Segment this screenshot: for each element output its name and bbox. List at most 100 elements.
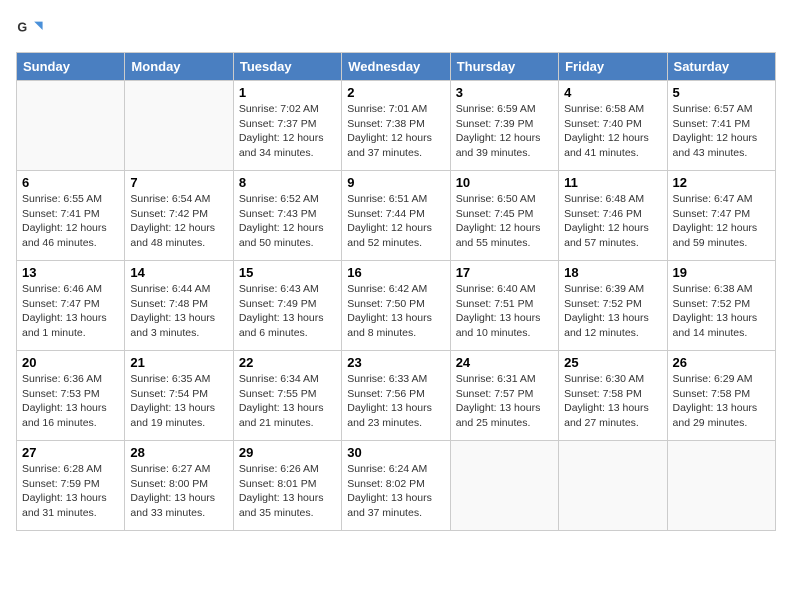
- header-tuesday: Tuesday: [233, 53, 341, 81]
- day-info: Sunrise: 7:01 AM Sunset: 7:38 PM Dayligh…: [347, 102, 444, 161]
- day-info: Sunrise: 6:44 AM Sunset: 7:48 PM Dayligh…: [130, 282, 227, 341]
- day-info: Sunrise: 6:27 AM Sunset: 8:00 PM Dayligh…: [130, 462, 227, 521]
- calendar-cell: 16 Sunrise: 6:42 AM Sunset: 7:50 PM Dayli…: [342, 261, 450, 351]
- calendar-cell: 8 Sunrise: 6:52 AM Sunset: 7:43 PM Daylig…: [233, 171, 341, 261]
- day-info: Sunrise: 6:35 AM Sunset: 7:54 PM Dayligh…: [130, 372, 227, 431]
- day-info: Sunrise: 6:42 AM Sunset: 7:50 PM Dayligh…: [347, 282, 444, 341]
- header-friday: Friday: [559, 53, 667, 81]
- day-number: 16: [347, 265, 444, 280]
- day-number: 11: [564, 175, 661, 190]
- calendar-cell: 1 Sunrise: 7:02 AM Sunset: 7:37 PM Daylig…: [233, 81, 341, 171]
- calendar-cell: 25 Sunrise: 6:30 AM Sunset: 7:58 PM Dayli…: [559, 351, 667, 441]
- logo-icon: G: [16, 16, 44, 44]
- calendar-cell: 7 Sunrise: 6:54 AM Sunset: 7:42 PM Daylig…: [125, 171, 233, 261]
- calendar-week-row: 20 Sunrise: 6:36 AM Sunset: 7:53 PM Dayli…: [17, 351, 776, 441]
- calendar-cell: [17, 81, 125, 171]
- svg-text:G: G: [17, 20, 27, 34]
- day-number: 4: [564, 85, 661, 100]
- calendar-week-row: 27 Sunrise: 6:28 AM Sunset: 7:59 PM Dayli…: [17, 441, 776, 531]
- calendar-cell: 29 Sunrise: 6:26 AM Sunset: 8:01 PM Dayli…: [233, 441, 341, 531]
- calendar-cell: 5 Sunrise: 6:57 AM Sunset: 7:41 PM Daylig…: [667, 81, 775, 171]
- calendar-cell: 9 Sunrise: 6:51 AM Sunset: 7:44 PM Daylig…: [342, 171, 450, 261]
- day-number: 17: [456, 265, 553, 280]
- day-info: Sunrise: 6:47 AM Sunset: 7:47 PM Dayligh…: [673, 192, 770, 251]
- calendar-cell: 18Sunrise: 6:39 AM Sunset: 7:52 PM Dayli…: [559, 261, 667, 351]
- calendar-week-row: 6 Sunrise: 6:55 AM Sunset: 7:41 PM Daylig…: [17, 171, 776, 261]
- day-info: Sunrise: 6:33 AM Sunset: 7:56 PM Dayligh…: [347, 372, 444, 431]
- day-info: Sunrise: 6:24 AM Sunset: 8:02 PM Dayligh…: [347, 462, 444, 521]
- day-info: Sunrise: 6:58 AM Sunset: 7:40 PM Dayligh…: [564, 102, 661, 161]
- calendar-cell: 28 Sunrise: 6:27 AM Sunset: 8:00 PM Dayli…: [125, 441, 233, 531]
- header-saturday: Saturday: [667, 53, 775, 81]
- calendar-cell: 13Sunrise: 6:46 AM Sunset: 7:47 PM Dayli…: [17, 261, 125, 351]
- day-number: 18: [564, 265, 661, 280]
- calendar-cell: 10 Sunrise: 6:50 AM Sunset: 7:45 PM Dayli…: [450, 171, 558, 261]
- calendar-cell: 14 Sunrise: 6:44 AM Sunset: 7:48 PM Dayli…: [125, 261, 233, 351]
- logo: G: [16, 16, 48, 44]
- day-number: 30: [347, 445, 444, 460]
- day-number: 5: [673, 85, 770, 100]
- day-info: Sunrise: 6:55 AM Sunset: 7:41 PM Dayligh…: [22, 192, 119, 251]
- calendar-cell: 4 Sunrise: 6:58 AM Sunset: 7:40 PM Daylig…: [559, 81, 667, 171]
- day-info: Sunrise: 6:38 AM Sunset: 7:52 PM Dayligh…: [673, 282, 770, 341]
- day-info: Sunrise: 6:34 AM Sunset: 7:55 PM Dayligh…: [239, 372, 336, 431]
- day-info: Sunrise: 6:48 AM Sunset: 7:46 PM Dayligh…: [564, 192, 661, 251]
- calendar-cell: 27 Sunrise: 6:28 AM Sunset: 7:59 PM Dayli…: [17, 441, 125, 531]
- calendar-cell: 22 Sunrise: 6:34 AM Sunset: 7:55 PM Dayli…: [233, 351, 341, 441]
- calendar-cell: 2 Sunrise: 7:01 AM Sunset: 7:38 PM Daylig…: [342, 81, 450, 171]
- calendar-cell: 26Sunrise: 6:29 AM Sunset: 7:58 PM Dayli…: [667, 351, 775, 441]
- day-number: 20: [22, 355, 119, 370]
- day-number: 15: [239, 265, 336, 280]
- header-monday: Monday: [125, 53, 233, 81]
- header-thursday: Thursday: [450, 53, 558, 81]
- day-info: Sunrise: 6:31 AM Sunset: 7:57 PM Dayligh…: [456, 372, 553, 431]
- day-info: Sunrise: 6:50 AM Sunset: 7:45 PM Dayligh…: [456, 192, 553, 251]
- day-info: Sunrise: 6:28 AM Sunset: 7:59 PM Dayligh…: [22, 462, 119, 521]
- day-number: 6: [22, 175, 119, 190]
- day-number: 12: [673, 175, 770, 190]
- page-header: G: [16, 16, 776, 44]
- day-number: 2: [347, 85, 444, 100]
- day-number: 25: [564, 355, 661, 370]
- calendar-cell: 23 Sunrise: 6:33 AM Sunset: 7:56 PM Dayli…: [342, 351, 450, 441]
- calendar-cell: [450, 441, 558, 531]
- header-sunday: Sunday: [17, 53, 125, 81]
- day-info: Sunrise: 6:54 AM Sunset: 7:42 PM Dayligh…: [130, 192, 227, 251]
- day-info: Sunrise: 6:59 AM Sunset: 7:39 PM Dayligh…: [456, 102, 553, 161]
- calendar-header-row: SundayMondayTuesdayWednesdayThursdayFrid…: [17, 53, 776, 81]
- calendar-cell: 17 Sunrise: 6:40 AM Sunset: 7:51 PM Dayli…: [450, 261, 558, 351]
- calendar-table: SundayMondayTuesdayWednesdayThursdayFrid…: [16, 52, 776, 531]
- calendar-cell: 19Sunrise: 6:38 AM Sunset: 7:52 PM Dayli…: [667, 261, 775, 351]
- calendar-cell: 21Sunrise: 6:35 AM Sunset: 7:54 PM Dayli…: [125, 351, 233, 441]
- calendar-cell: 12 Sunrise: 6:47 AM Sunset: 7:47 PM Dayli…: [667, 171, 775, 261]
- day-number: 13: [22, 265, 119, 280]
- day-number: 9: [347, 175, 444, 190]
- calendar-cell: [559, 441, 667, 531]
- day-info: Sunrise: 6:30 AM Sunset: 7:58 PM Dayligh…: [564, 372, 661, 431]
- calendar-cell: 6 Sunrise: 6:55 AM Sunset: 7:41 PM Daylig…: [17, 171, 125, 261]
- day-number: 7: [130, 175, 227, 190]
- day-number: 27: [22, 445, 119, 460]
- calendar-cell: 11 Sunrise: 6:48 AM Sunset: 7:46 PM Dayli…: [559, 171, 667, 261]
- calendar-cell: 24Sunrise: 6:31 AM Sunset: 7:57 PM Dayli…: [450, 351, 558, 441]
- day-number: 8: [239, 175, 336, 190]
- calendar-week-row: 1 Sunrise: 7:02 AM Sunset: 7:37 PM Daylig…: [17, 81, 776, 171]
- day-number: 28: [130, 445, 227, 460]
- day-info: Sunrise: 6:52 AM Sunset: 7:43 PM Dayligh…: [239, 192, 336, 251]
- day-info: Sunrise: 6:57 AM Sunset: 7:41 PM Dayligh…: [673, 102, 770, 161]
- day-info: Sunrise: 6:40 AM Sunset: 7:51 PM Dayligh…: [456, 282, 553, 341]
- header-wednesday: Wednesday: [342, 53, 450, 81]
- calendar-week-row: 13Sunrise: 6:46 AM Sunset: 7:47 PM Dayli…: [17, 261, 776, 351]
- day-info: Sunrise: 6:26 AM Sunset: 8:01 PM Dayligh…: [239, 462, 336, 521]
- day-number: 14: [130, 265, 227, 280]
- calendar-cell: [667, 441, 775, 531]
- day-info: Sunrise: 7:02 AM Sunset: 7:37 PM Dayligh…: [239, 102, 336, 161]
- day-number: 22: [239, 355, 336, 370]
- day-number: 29: [239, 445, 336, 460]
- day-info: Sunrise: 6:36 AM Sunset: 7:53 PM Dayligh…: [22, 372, 119, 431]
- day-info: Sunrise: 6:51 AM Sunset: 7:44 PM Dayligh…: [347, 192, 444, 251]
- day-number: 1: [239, 85, 336, 100]
- calendar-cell: 3Sunrise: 6:59 AM Sunset: 7:39 PM Daylig…: [450, 81, 558, 171]
- day-number: 23: [347, 355, 444, 370]
- day-number: 10: [456, 175, 553, 190]
